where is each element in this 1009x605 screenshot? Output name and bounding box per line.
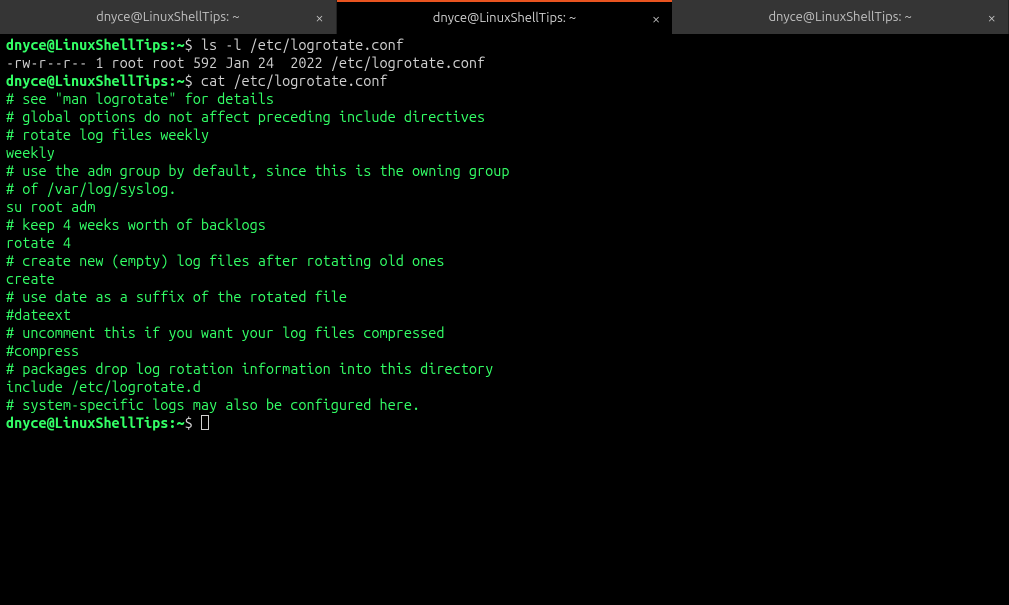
file-line: # system-specific logs may also be confi… xyxy=(6,396,1003,414)
file-line: # of /var/log/syslog. xyxy=(6,180,1003,198)
command-text xyxy=(193,414,201,431)
file-line: rotate 4 xyxy=(6,234,1003,252)
prompt-line-2: dnyce@LinuxShellTips:~$ cat /etc/logrota… xyxy=(6,72,1003,90)
file-line: # use the adm group by default, since th… xyxy=(6,162,1003,180)
prompt-sep: : xyxy=(168,36,176,53)
prompt-user-host: dnyce@LinuxShellTips xyxy=(6,36,168,53)
tab-title: dnyce@LinuxShellTips: ~ xyxy=(337,11,673,25)
file-line: # global options do not affect preceding… xyxy=(6,108,1003,126)
close-icon[interactable]: × xyxy=(650,9,662,28)
prompt-symbol: $ xyxy=(185,36,193,53)
tab-3[interactable]: dnyce@LinuxShellTips: ~ × xyxy=(672,0,1009,34)
close-icon[interactable]: × xyxy=(313,8,325,27)
file-line: su root adm xyxy=(6,198,1003,216)
file-line: weekly xyxy=(6,144,1003,162)
prompt-path: ~ xyxy=(177,36,185,53)
command-text-2: cat /etc/logrotate.conf xyxy=(201,72,388,89)
tab-title: dnyce@LinuxShellTips: ~ xyxy=(672,10,1008,24)
file-line: #compress xyxy=(6,342,1003,360)
file-line: #dateext xyxy=(6,306,1003,324)
command-text xyxy=(193,72,201,89)
file-line: # uncomment this if you want your log fi… xyxy=(6,324,1003,342)
prompt-sep: : xyxy=(168,414,176,431)
file-line: # create new (empty) log files after rot… xyxy=(6,252,1003,270)
tab-title: dnyce@LinuxShellTips: ~ xyxy=(0,10,336,24)
prompt-path: ~ xyxy=(177,72,185,89)
terminal-body[interactable]: dnyce@LinuxShellTips:~$ ls -l /etc/logro… xyxy=(0,34,1009,434)
prompt-sep: : xyxy=(168,72,176,89)
prompt-symbol: $ xyxy=(185,72,193,89)
cursor-icon xyxy=(201,415,209,430)
file-content-block: # see "man logrotate" for details # glob… xyxy=(6,90,1003,414)
prompt-path: ~ xyxy=(177,414,185,431)
prompt-symbol: $ xyxy=(185,414,193,431)
command-text-1: ls -l /etc/logrotate.conf xyxy=(201,36,404,53)
prompt-line-3: dnyce@LinuxShellTips:~$ xyxy=(6,414,1003,432)
file-line: # use date as a suffix of the rotated fi… xyxy=(6,288,1003,306)
tab-1[interactable]: dnyce@LinuxShellTips: ~ × xyxy=(0,0,337,34)
file-line: # see "man logrotate" for details xyxy=(6,90,1003,108)
prompt-user-host: dnyce@LinuxShellTips xyxy=(6,414,168,431)
file-line: # rotate log files weekly xyxy=(6,126,1003,144)
tab-bar: dnyce@LinuxShellTips: ~ × dnyce@LinuxShe… xyxy=(0,0,1009,34)
prompt-line-1: dnyce@LinuxShellTips:~$ ls -l /etc/logro… xyxy=(6,36,1003,54)
file-line: # packages drop log rotation information… xyxy=(6,360,1003,378)
file-line: include /etc/logrotate.d xyxy=(6,378,1003,396)
prompt-user-host: dnyce@LinuxShellTips xyxy=(6,72,168,89)
tab-2[interactable]: dnyce@LinuxShellTips: ~ × xyxy=(337,0,673,34)
close-icon[interactable]: × xyxy=(986,8,998,27)
command-text xyxy=(193,36,201,53)
file-line: # keep 4 weeks worth of backlogs xyxy=(6,216,1003,234)
ls-output: -rw-r--r-- 1 root root 592 Jan 24 2022 /… xyxy=(6,54,1003,72)
file-line: create xyxy=(6,270,1003,288)
